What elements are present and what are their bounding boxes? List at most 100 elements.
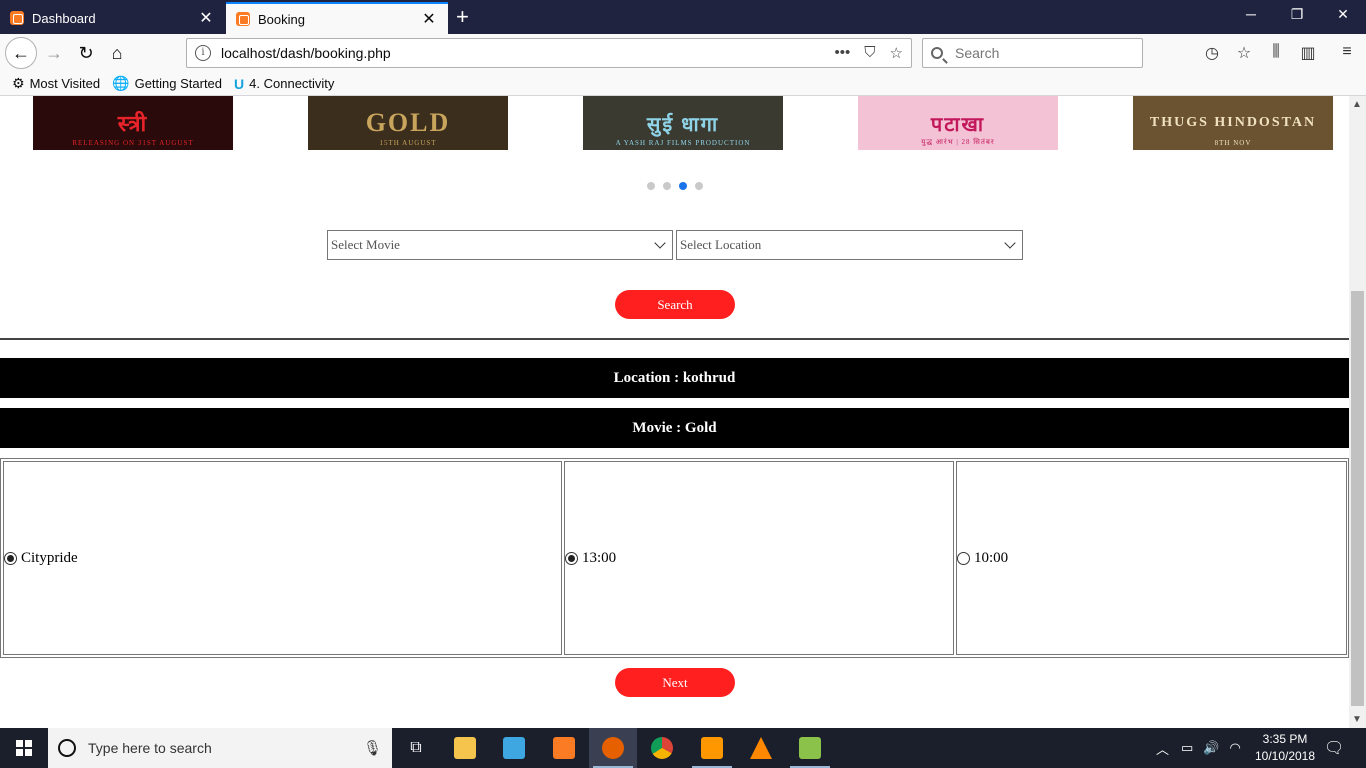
carousel-indicators — [647, 182, 703, 190]
chrome-icon[interactable] — [638, 728, 686, 768]
reload-icon[interactable]: ↻ — [72, 39, 100, 67]
new-tab-icon[interactable]: + — [456, 4, 469, 30]
page-content: स्त्री RELEASING ON 31ST AUGUST GOLD 15T… — [0, 96, 1349, 728]
restore-icon[interactable]: ❐ — [1274, 6, 1320, 23]
page-actions-icon[interactable]: ••• — [835, 44, 851, 62]
location-heading: Location : kothrud — [0, 358, 1349, 398]
location-select[interactable]: Select Location — [676, 230, 1023, 260]
notepad-icon[interactable] — [786, 728, 834, 768]
tab-label: Dashboard — [32, 10, 96, 26]
movie-poster[interactable]: THUGS HINDOSTAN 8TH NOV — [1133, 96, 1333, 150]
media-player-icon[interactable] — [490, 728, 538, 768]
bookmark-label: Getting Started — [134, 76, 223, 91]
info-icon[interactable]: i — [195, 45, 211, 61]
firefox-icon[interactable] — [589, 728, 637, 768]
file-explorer-icon[interactable] — [441, 728, 489, 768]
home-icon[interactable]: ⌂ — [103, 39, 131, 67]
next-button[interactable]: Next — [615, 668, 735, 697]
scroll-down-icon[interactable]: ▼ — [1352, 714, 1362, 725]
bookmark-star-icon[interactable]: ☆ — [1233, 43, 1255, 63]
movie-poster[interactable]: GOLD 15TH AUGUST — [308, 96, 508, 150]
scroll-up-icon[interactable]: ▲ — [1352, 99, 1362, 110]
cortana-icon — [58, 739, 76, 757]
volume-icon[interactable]: 🔊 — [1203, 740, 1219, 756]
movie-poster[interactable]: सुई धागा A YASH RAJ FILMS PRODUCTION — [583, 96, 783, 150]
showtime-label[interactable]: 10:00 — [974, 550, 1008, 567]
movie-select[interactable]: Select Movie — [327, 230, 673, 260]
bookmarks-bar: ⚙ Most Visited 🌐 Getting Started U 4. Co… — [0, 72, 1366, 96]
start-button[interactable] — [0, 728, 48, 768]
close-icon[interactable]: ✕ — [420, 9, 438, 29]
search-button[interactable]: Search — [615, 290, 735, 319]
poster-title: सुई धागा — [646, 113, 720, 136]
library-icon[interactable]: ⫼ — [1265, 43, 1287, 61]
clock-time: 3:35 PM — [1262, 732, 1308, 746]
xampp-icon[interactable] — [540, 728, 588, 768]
sidebar-icon[interactable]: ▥ — [1297, 43, 1319, 63]
page-scrollbar[interactable]: ▲ ▼ — [1349, 96, 1366, 728]
sublime-icon[interactable] — [688, 728, 736, 768]
minimize-icon[interactable]: ─ — [1228, 6, 1274, 22]
poster-title: स्त्री — [117, 111, 149, 136]
search-input[interactable] — [955, 45, 1125, 61]
tab-label: Booking — [258, 11, 305, 27]
showtime-cell: 10:00 — [956, 461, 1347, 655]
location-select-label: Select Location — [680, 237, 762, 252]
carousel-dot[interactable] — [695, 182, 703, 190]
taskbar-search[interactable]: Type here to search 🎙 — [48, 728, 392, 768]
url-text[interactable]: localhost/dash/booking.php — [221, 45, 835, 61]
close-icon[interactable]: ✕ — [197, 8, 215, 28]
theatre-radio[interactable] — [4, 551, 17, 565]
search-bar[interactable] — [922, 38, 1143, 68]
forward-icon[interactable]: → — [40, 39, 68, 67]
system-clock[interactable]: 3:35 PM 10/10/2018 — [1250, 731, 1320, 765]
showtime-label[interactable]: 13:00 — [582, 550, 616, 567]
bookmark-label: Most Visited — [29, 76, 101, 91]
notifications-icon[interactable]: 🗨 — [1324, 728, 1344, 768]
carousel-dot[interactable] — [647, 182, 655, 190]
taskbar: Type here to search 🎙 ⧉ ︿ ▭ 🔊 ◠ 3:35 PM … — [0, 728, 1366, 768]
poster-title: GOLD — [365, 108, 451, 137]
tray-expand-icon[interactable]: ︿ — [1156, 739, 1169, 758]
tab-booking[interactable]: Booking ✕ — [226, 2, 448, 34]
poster-subtitle: 8TH NOV — [1214, 139, 1252, 147]
pocket-icon[interactable]: ⛉ — [864, 44, 875, 62]
carousel-dot[interactable] — [663, 182, 671, 190]
tab-dashboard[interactable]: Dashboard ✕ — [0, 2, 225, 34]
movie-poster[interactable]: पटाखा युद्ध आरंभ | 28 सितंबर — [858, 96, 1058, 150]
theatre-cell: Citypride — [3, 461, 562, 655]
task-view-icon[interactable]: ⧉ — [392, 728, 440, 768]
bookmark-connectivity[interactable]: U 4. Connectivity — [234, 76, 334, 92]
search-icon — [931, 47, 943, 59]
tab-bar: Dashboard ✕ Booking ✕ + ─ ❐ ✕ — [0, 0, 1366, 34]
bookmark-getting-started[interactable]: 🌐 Getting Started — [112, 75, 222, 92]
window-close-icon[interactable]: ✕ — [1320, 6, 1366, 23]
poster-title: THUGS HINDOSTAN — [1149, 115, 1317, 130]
bookmark-most-visited[interactable]: ⚙ Most Visited — [12, 75, 100, 92]
history-icon[interactable]: ◷ — [1201, 43, 1223, 63]
taskbar-search-label: Type here to search — [88, 740, 212, 756]
battery-icon[interactable]: ▭ — [1181, 740, 1193, 756]
showtime-radio[interactable] — [565, 551, 578, 565]
poster-title: पटाखा — [930, 113, 986, 136]
theatre-label[interactable]: Citypride — [21, 550, 78, 567]
menu-icon[interactable]: ≡ — [1336, 43, 1358, 61]
scrollbar-thumb[interactable] — [1351, 291, 1364, 706]
xampp-favicon-icon — [236, 12, 250, 26]
poster-subtitle: युद्ध आरंभ | 28 सितंबर — [921, 138, 995, 146]
wifi-icon[interactable]: ◠ — [1230, 740, 1241, 756]
carousel-dot[interactable] — [679, 182, 687, 190]
star-icon[interactable]: ☆ — [890, 44, 903, 62]
back-icon[interactable]: ← — [5, 37, 37, 69]
vlc-icon[interactable] — [737, 728, 785, 768]
movie-poster[interactable]: स्त्री RELEASING ON 31ST AUGUST — [33, 96, 233, 150]
clock-date: 10/10/2018 — [1254, 749, 1316, 763]
microphone-icon[interactable]: 🎙 — [363, 739, 382, 757]
system-tray: ︿ ▭ 🔊 ◠ — [1156, 728, 1241, 768]
divider — [0, 338, 1349, 340]
chevron-down-icon — [1004, 237, 1016, 249]
showtime-table: Citypride 13:00 10:00 — [0, 458, 1349, 658]
url-bar[interactable]: i localhost/dash/booking.php ••• ⛉ ☆ — [186, 38, 912, 68]
showtime-radio[interactable] — [957, 551, 970, 565]
showtime-cell: 13:00 — [564, 461, 954, 655]
